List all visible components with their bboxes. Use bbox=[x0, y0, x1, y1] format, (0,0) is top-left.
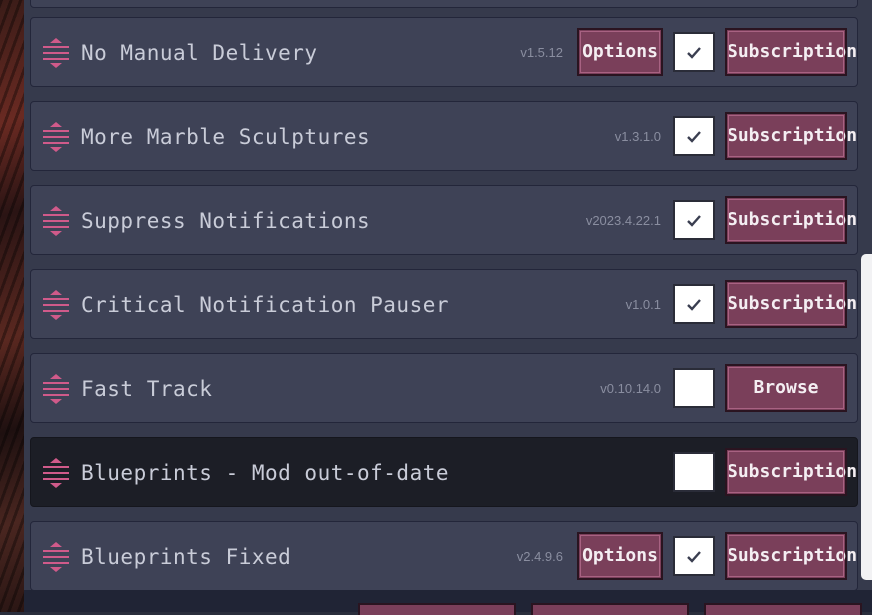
mod-version: v1.0.1 bbox=[625, 297, 661, 312]
mod-row: Fast Track v0.10.14.0 Browse bbox=[30, 353, 858, 423]
checkmark-icon bbox=[687, 47, 701, 59]
drag-handle-icon[interactable] bbox=[43, 38, 69, 68]
mod-list-panel: No Manual Delivery v1.5.12 Options Subsc… bbox=[24, 0, 872, 590]
mod-name: Critical Notification Pauser bbox=[81, 293, 450, 317]
drag-handle-icon[interactable] bbox=[43, 542, 69, 572]
footer-button[interactable] bbox=[531, 603, 689, 615]
mod-version: v1.3.1.0 bbox=[614, 129, 661, 144]
footer-button[interactable] bbox=[704, 603, 862, 615]
drag-handle-icon[interactable] bbox=[43, 122, 69, 152]
enable-checkbox[interactable] bbox=[673, 116, 715, 156]
footer-button[interactable] bbox=[358, 603, 516, 615]
subscription-button[interactable]: Subscription bbox=[725, 280, 857, 328]
drag-handle-icon[interactable] bbox=[43, 458, 69, 488]
subscription-button[interactable]: Subscription bbox=[725, 448, 857, 496]
mod-row: Critical Notification Pauser v1.0.1 Subs… bbox=[30, 269, 858, 339]
enable-checkbox[interactable] bbox=[673, 368, 715, 408]
checkmark-icon bbox=[687, 131, 701, 143]
mod-name: Fast Track bbox=[81, 377, 213, 401]
mod-version: v1.5.12 bbox=[520, 45, 563, 60]
enable-checkbox[interactable] bbox=[673, 284, 715, 324]
mod-row: More Marble Sculptures v1.3.1.0 Subscrip… bbox=[30, 101, 858, 171]
enable-checkbox[interactable] bbox=[673, 536, 715, 576]
checkmark-icon bbox=[687, 299, 701, 311]
drag-handle-icon[interactable] bbox=[43, 290, 69, 320]
scrollbar-thumb[interactable] bbox=[861, 254, 872, 580]
mod-name: More Marble Sculptures bbox=[81, 125, 371, 149]
mod-version: v2023.4.22.1 bbox=[585, 213, 661, 228]
background-art bbox=[0, 0, 24, 612]
browse-button[interactable]: Browse bbox=[725, 364, 847, 412]
mod-version: v0.10.14.0 bbox=[600, 381, 661, 396]
enable-checkbox[interactable] bbox=[673, 200, 715, 240]
checkmark-icon bbox=[687, 551, 701, 563]
subscription-button[interactable]: Subscription bbox=[725, 532, 857, 580]
mod-row-partial bbox=[30, 0, 858, 8]
mod-name: Suppress Notifications bbox=[81, 209, 371, 233]
mod-name: No Manual Delivery bbox=[81, 41, 318, 65]
subscription-button[interactable]: Subscription bbox=[725, 28, 857, 76]
subscription-button[interactable]: Subscription bbox=[725, 196, 857, 244]
mod-row: Blueprints Fixed v2.4.9.6 Options Subscr… bbox=[30, 521, 858, 590]
drag-handle-icon[interactable] bbox=[43, 206, 69, 236]
enable-checkbox[interactable] bbox=[673, 32, 715, 72]
drag-handle-icon[interactable] bbox=[43, 374, 69, 404]
mod-version: v2.4.9.6 bbox=[516, 549, 563, 564]
checkmark-icon bbox=[687, 215, 701, 227]
footer-bar bbox=[24, 590, 872, 615]
options-button[interactable]: Options bbox=[577, 532, 663, 580]
vertical-scrollbar[interactable] bbox=[861, 0, 872, 590]
enable-checkbox[interactable] bbox=[673, 452, 715, 492]
mod-row: No Manual Delivery v1.5.12 Options Subsc… bbox=[30, 17, 858, 87]
subscription-button[interactable]: Subscription bbox=[725, 112, 857, 160]
mod-name: Blueprints Fixed bbox=[81, 545, 292, 569]
mod-row: Suppress Notifications v2023.4.22.1 Subs… bbox=[30, 185, 858, 255]
mod-row-outdated: Blueprints - Mod out-of-date Subscriptio… bbox=[30, 437, 858, 507]
mod-name: Blueprints - Mod out-of-date bbox=[81, 461, 450, 485]
options-button[interactable]: Options bbox=[577, 28, 663, 76]
